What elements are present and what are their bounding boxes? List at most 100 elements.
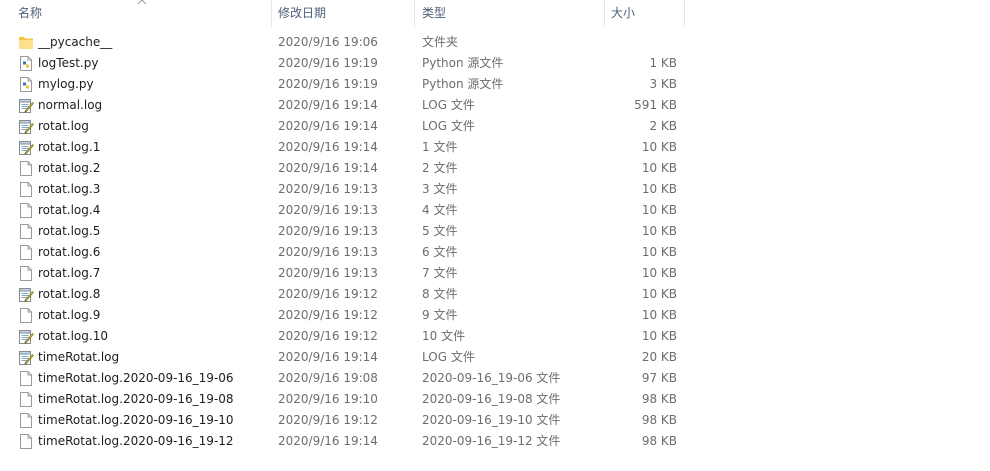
column-divider[interactable] bbox=[684, 0, 685, 27]
column-header-size[interactable]: 大小 bbox=[611, 0, 635, 27]
file-modified-date: 2020/9/16 19:13 bbox=[278, 203, 378, 217]
file-row[interactable]: rotat.log.9 2020/9/16 19:12 9 文件 10 KB bbox=[0, 305, 990, 326]
sort-ascending-icon bbox=[137, 0, 147, 5]
file-type: 2020-09-16_19-10 文件 bbox=[422, 413, 561, 427]
file-modified-date: 2020/9/16 19:10 bbox=[278, 392, 378, 406]
file-row[interactable]: rotat.log.1 2020/9/16 19:14 1 文件 10 KB bbox=[0, 137, 990, 158]
file-row[interactable]: rotat.log.4 2020/9/16 19:13 4 文件 10 KB bbox=[0, 200, 990, 221]
file-type: Python 源文件 bbox=[422, 56, 504, 70]
file-type: 7 文件 bbox=[422, 266, 458, 280]
file-type: 5 文件 bbox=[422, 224, 458, 238]
file-type: 2020-09-16_19-12 文件 bbox=[422, 434, 561, 448]
blank-file-icon bbox=[18, 391, 34, 408]
column-divider[interactable] bbox=[414, 0, 415, 27]
column-divider[interactable] bbox=[271, 0, 272, 27]
column-header-type[interactable]: 类型 bbox=[422, 0, 446, 27]
file-size: 591 KB bbox=[634, 98, 677, 112]
file-row[interactable]: timeRotat.log.2020-09-16_19-10 2020/9/16 … bbox=[0, 410, 990, 431]
notepad-file-icon bbox=[18, 118, 34, 135]
file-row[interactable]: rotat.log.2 2020/9/16 19:14 2 文件 10 KB bbox=[0, 158, 990, 179]
file-name: __pycache__ bbox=[38, 35, 113, 49]
file-size bbox=[560, 32, 677, 53]
file-size: 98 KB bbox=[641, 392, 677, 406]
file-size: 1 KB bbox=[649, 56, 677, 70]
blank-file-icon bbox=[18, 265, 34, 282]
file-modified-date: 2020/9/16 19:13 bbox=[278, 224, 378, 238]
file-size: 3 KB bbox=[649, 77, 677, 91]
file-type: 2020-09-16_19-08 文件 bbox=[422, 392, 561, 406]
blank-file-icon bbox=[18, 181, 34, 198]
file-modified-date: 2020/9/16 19:14 bbox=[278, 161, 378, 175]
file-name: rotat.log.10 bbox=[38, 329, 108, 343]
file-type: 6 文件 bbox=[422, 245, 458, 259]
column-header-name[interactable]: 名称 bbox=[18, 0, 42, 27]
file-row[interactable]: timeRotat.log.2020-09-16_19-08 2020/9/16 … bbox=[0, 389, 990, 410]
file-modified-date: 2020/9/16 19:14 bbox=[278, 434, 378, 448]
file-row[interactable]: rotat.log 2020/9/16 19:14 LOG 文件 2 KB bbox=[0, 116, 990, 137]
blank-file-icon bbox=[18, 223, 34, 240]
file-name: rotat.log.3 bbox=[38, 182, 101, 196]
blank-file-icon bbox=[18, 307, 34, 324]
file-name: rotat.log.5 bbox=[38, 224, 101, 238]
file-row[interactable]: logTest.py 2020/9/16 19:19 Python 源文件 1 KB bbox=[0, 53, 990, 74]
file-name: rotat.log bbox=[38, 119, 89, 133]
file-type: 9 文件 bbox=[422, 308, 458, 322]
file-modified-date: 2020/9/16 19:08 bbox=[278, 371, 378, 385]
file-row[interactable]: rotat.log.3 2020/9/16 19:13 3 文件 10 KB bbox=[0, 179, 990, 200]
column-header-date[interactable]: 修改日期 bbox=[278, 0, 326, 27]
file-row[interactable]: normal.log 2020/9/16 19:14 LOG 文件 591 KB bbox=[0, 95, 990, 116]
file-size: 10 KB bbox=[641, 308, 677, 322]
file-name: timeRotat.log.2020-09-16_19-12 bbox=[38, 434, 234, 448]
file-name: logTest.py bbox=[38, 56, 99, 70]
column-divider[interactable] bbox=[604, 0, 605, 27]
file-row[interactable]: rotat.log.7 2020/9/16 19:13 7 文件 10 KB bbox=[0, 263, 990, 284]
file-modified-date: 2020/9/16 19:06 bbox=[278, 35, 378, 49]
blank-file-icon bbox=[18, 412, 34, 429]
file-list: __pycache__ 2020/9/16 19:06 文件夹 logTest.py… bbox=[0, 32, 990, 452]
blank-file-icon bbox=[18, 202, 34, 219]
file-size: 10 KB bbox=[641, 266, 677, 280]
file-name: rotat.log.7 bbox=[38, 266, 101, 280]
file-name: timeRotat.log bbox=[38, 350, 120, 364]
file-row[interactable]: timeRotat.log.2020-09-16_19-12 2020/9/16 … bbox=[0, 431, 990, 452]
file-row[interactable]: rotat.log.5 2020/9/16 19:13 5 文件 10 KB bbox=[0, 221, 990, 242]
blank-file-icon bbox=[18, 370, 34, 387]
file-size: 98 KB bbox=[641, 413, 677, 427]
file-row[interactable]: rotat.log.10 2020/9/16 19:12 10 文件 10 KB bbox=[0, 326, 990, 347]
file-size: 97 KB bbox=[641, 371, 677, 385]
file-row[interactable]: timeRotat.log.2020-09-16_19-06 2020/9/16 … bbox=[0, 368, 990, 389]
file-type: 3 文件 bbox=[422, 182, 458, 196]
file-modified-date: 2020/9/16 19:14 bbox=[278, 98, 378, 112]
file-row[interactable]: mylog.py 2020/9/16 19:19 Python 源文件 3 KB bbox=[0, 74, 990, 95]
file-name: rotat.log.1 bbox=[38, 140, 101, 154]
file-size: 10 KB bbox=[641, 224, 677, 238]
file-size: 10 KB bbox=[641, 203, 677, 217]
file-modified-date: 2020/9/16 19:13 bbox=[278, 266, 378, 280]
file-modified-date: 2020/9/16 19:14 bbox=[278, 119, 378, 133]
file-modified-date: 2020/9/16 19:14 bbox=[278, 350, 378, 364]
file-row[interactable]: rotat.log.6 2020/9/16 19:13 6 文件 10 KB bbox=[0, 242, 990, 263]
file-size: 10 KB bbox=[641, 140, 677, 154]
notepad-file-icon bbox=[18, 97, 34, 114]
file-type: Python 源文件 bbox=[422, 77, 504, 91]
file-modified-date: 2020/9/16 19:12 bbox=[278, 413, 378, 427]
file-size: 20 KB bbox=[641, 350, 677, 364]
file-size: 2 KB bbox=[649, 119, 677, 133]
file-type: LOG 文件 bbox=[422, 119, 475, 133]
file-row[interactable]: __pycache__ 2020/9/16 19:06 文件夹 bbox=[0, 32, 990, 53]
notepad-file-icon bbox=[18, 328, 34, 345]
file-name: rotat.log.4 bbox=[38, 203, 101, 217]
notepad-file-icon bbox=[18, 349, 34, 366]
notepad-file-icon bbox=[18, 139, 34, 156]
file-row[interactable]: rotat.log.8 2020/9/16 19:12 8 文件 10 KB bbox=[0, 284, 990, 305]
file-size: 10 KB bbox=[641, 329, 677, 343]
file-modified-date: 2020/9/16 19:14 bbox=[278, 140, 378, 154]
file-modified-date: 2020/9/16 19:12 bbox=[278, 308, 378, 322]
file-type: 10 文件 bbox=[422, 329, 466, 343]
file-type: 4 文件 bbox=[422, 203, 458, 217]
file-size: 10 KB bbox=[641, 182, 677, 196]
file-row[interactable]: timeRotat.log 2020/9/16 19:14 LOG 文件 20 KB bbox=[0, 347, 990, 368]
file-type: 文件夹 bbox=[422, 35, 459, 49]
blank-file-icon bbox=[18, 244, 34, 261]
folder-icon bbox=[18, 34, 34, 51]
